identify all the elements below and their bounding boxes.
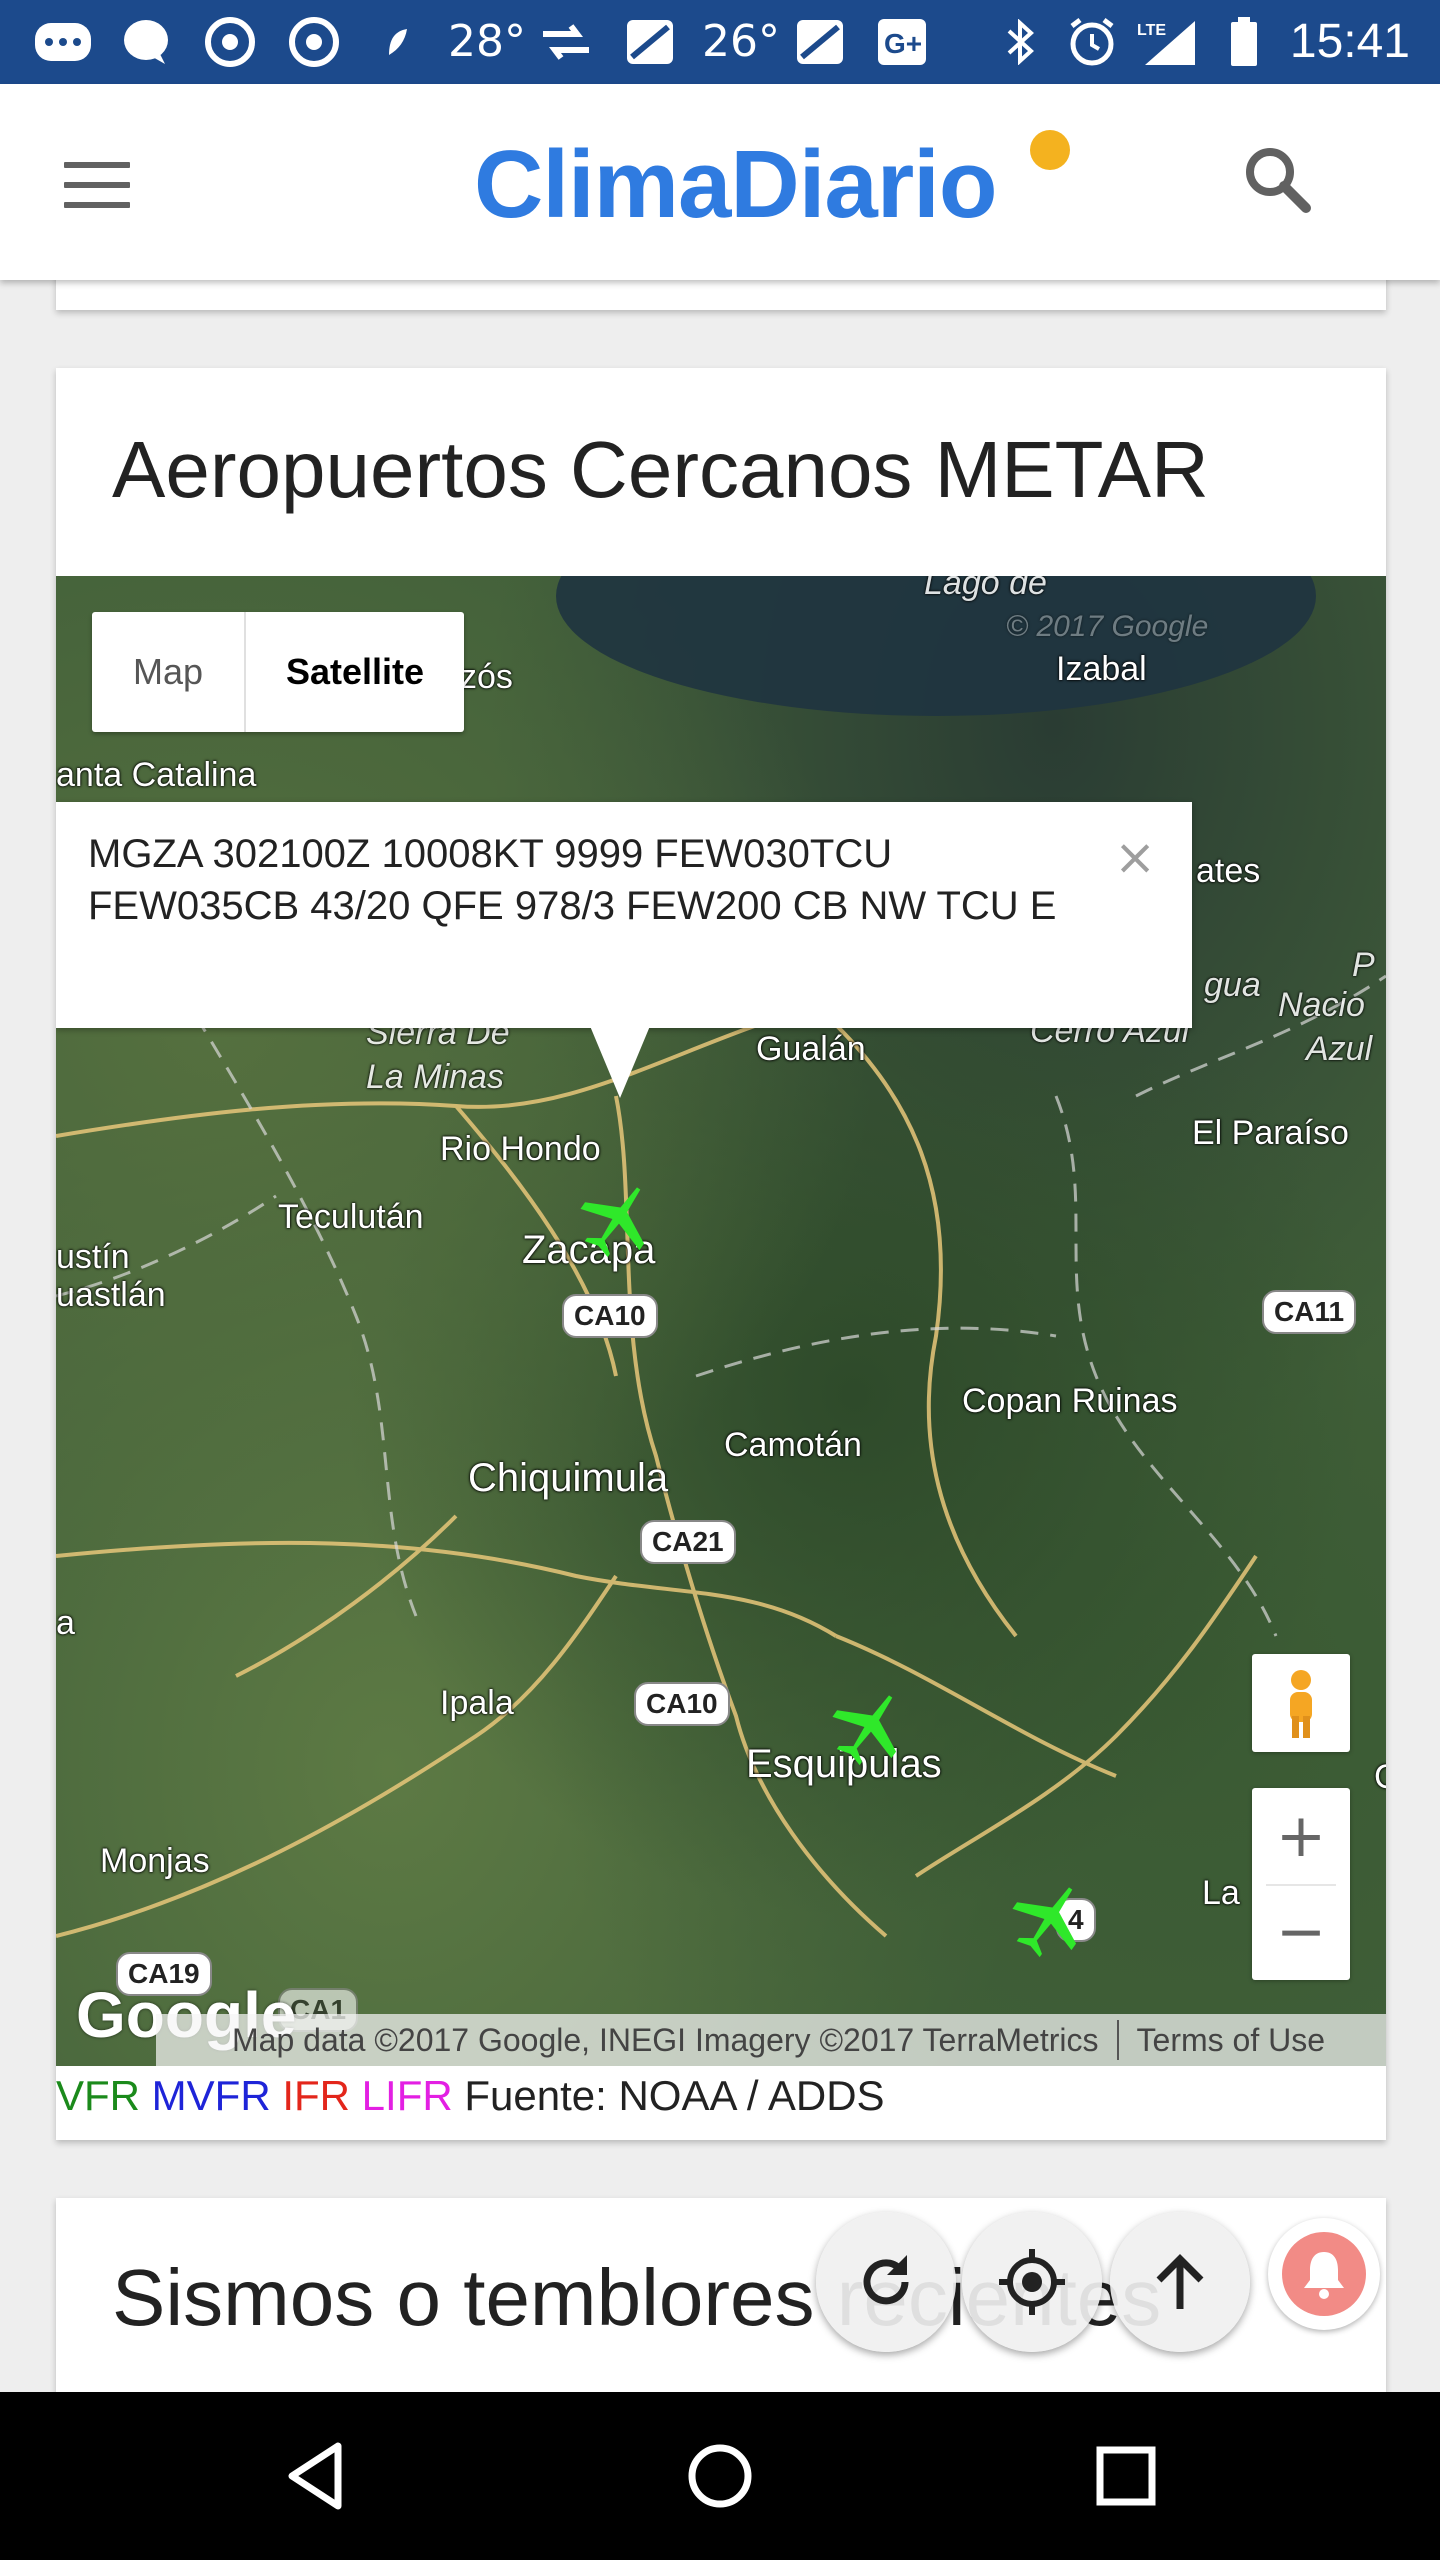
legend-source: Fuente: NOAA / ADDS [464,2072,885,2119]
scroll-top-icon [1156,2254,1204,2309]
battery-icon [1224,17,1264,66]
place-label: La Minas [366,1058,504,1096]
street-view-pegman-icon[interactable] [1252,1654,1350,1752]
place-label: P [1352,946,1375,984]
satellite-map[interactable]: Lago de © 2017 Google Izabal zós anta Ca… [56,576,1386,2066]
zoom-control: + − [1252,1788,1350,1980]
place-label: Teculután [278,1198,424,1236]
place-label: C [1374,1758,1386,1797]
google-plus-icon: G+ [874,18,930,66]
road-shield: CA21 [640,1520,736,1564]
lte-signal-icon: LTE [1134,18,1200,66]
notification-bell-icon [1282,2232,1366,2316]
road-shield: CA10 [562,1294,658,1338]
airport-marker-icon[interactable] [1010,1878,1090,1958]
status-bar: 28° 26° G+ LTE 15:41 [0,0,1440,84]
metar-report-text: MGZA 302100Z 10008KT 9999 FEW030TCU FEW0… [88,832,1057,928]
place-label: El Paraíso [1192,1114,1349,1152]
map-type-map-button[interactable]: Map [92,612,246,732]
airport-marker-icon[interactable] [578,1178,658,1258]
place-label: Gualán [756,1030,866,1068]
place-label: uastlán [56,1276,166,1314]
info-window-pointer [590,1026,650,1098]
map-data-credit: Map data ©2017 Google, INEGI Imagery ©20… [232,2021,1099,2058]
place-label: zós [460,658,513,696]
map-type-control: Map Satellite [92,612,464,732]
chat-icon [118,18,174,66]
map-type-satellite-button[interactable]: Satellite [246,612,464,732]
place-label: Copan Ruinas [962,1382,1178,1420]
notification-bell-button[interactable] [1268,2218,1380,2330]
metar-info-window: MGZA 302100Z 10008KT 9999 FEW030TCU FEW0… [56,802,1192,1028]
place-label: Nacio [1278,986,1365,1024]
road-shield: CA10 [634,1682,730,1726]
zoom-in-button[interactable]: + [1252,1788,1350,1884]
maps-icon [622,18,678,66]
close-icon[interactable]: × [1114,828,1156,886]
map-roads [56,576,1386,1938]
refresh-button[interactable] [816,2212,956,2352]
legend-ifr: IFR [282,2072,350,2119]
svg-text:LTE: LTE [1137,22,1166,39]
place-label: Camotán [724,1426,862,1464]
weather-temp: 28° [448,16,526,67]
place-label: Chiquimula [468,1456,669,1500]
locate-button[interactable] [962,2212,1102,2352]
menu-icon[interactable] [64,162,130,208]
svg-text:G+: G+ [884,28,922,59]
sync-icon [536,18,596,66]
legend-lifr: LIFR [361,2072,453,2119]
refresh-icon [863,2255,909,2305]
place-label: Azul [1306,1030,1373,1068]
zoom-out-button[interactable]: − [1252,1884,1350,1980]
alarm-icon [1064,18,1120,66]
scroll-top-button[interactable] [1110,2212,1250,2352]
messages-icon [30,18,96,66]
place-label: Rio Hondo [440,1130,601,1168]
app-bar: ClimaDiario [0,84,1440,280]
place-label: Izabal [1056,650,1147,688]
place-label: gua [1204,966,1261,1004]
card-title: Aeropuertos Cercanos METAR [112,425,1209,514]
legend-vfr: VFR [56,2072,140,2119]
weather-temp-2: 26° [702,16,780,67]
chrome-icon [202,17,258,67]
home-icon[interactable] [680,2436,760,2516]
place-label: Lago de [924,576,1047,602]
place-label: La [1202,1874,1240,1912]
terms-of-use-link[interactable]: Terms of Use [1137,2022,1325,2059]
place-label: a [56,1604,75,1642]
map-watermark: © 2017 Google [1006,610,1209,643]
place-label: ustín [56,1238,130,1276]
place-label: Ipala [440,1684,514,1722]
flight-category-legend: VFR MVFR IFR LIFR Fuente: NOAA / ADDS [56,2072,885,2120]
airport-marker-icon[interactable] [830,1686,910,1766]
clock: 15:41 [1289,15,1410,68]
recents-icon[interactable] [1086,2436,1166,2516]
map-attribution: Map data ©2017 Google, INEGI Imagery ©20… [156,2014,1386,2066]
search-icon[interactable] [1238,140,1318,220]
maps-icon [792,18,848,66]
place-label: anta Catalina [56,756,257,794]
place-label: ates [1196,852,1261,890]
place-label: Monjas [100,1842,210,1880]
logo-dot [1030,130,1070,170]
legend-mvfr: MVFR [151,2072,271,2119]
road-shield: CA11 [1262,1290,1357,1334]
system-nav-bar [0,2392,1440,2560]
leaf-icon [382,18,412,66]
metar-card: Aeropuertos Cercanos METAR Lago de © 201… [56,368,1386,2140]
locate-icon [999,2249,1065,2315]
bluetooth-icon [1000,18,1040,66]
back-icon[interactable] [278,2436,358,2516]
chrome-icon [286,17,342,67]
app-logo[interactable]: ClimaDiario [474,130,997,240]
